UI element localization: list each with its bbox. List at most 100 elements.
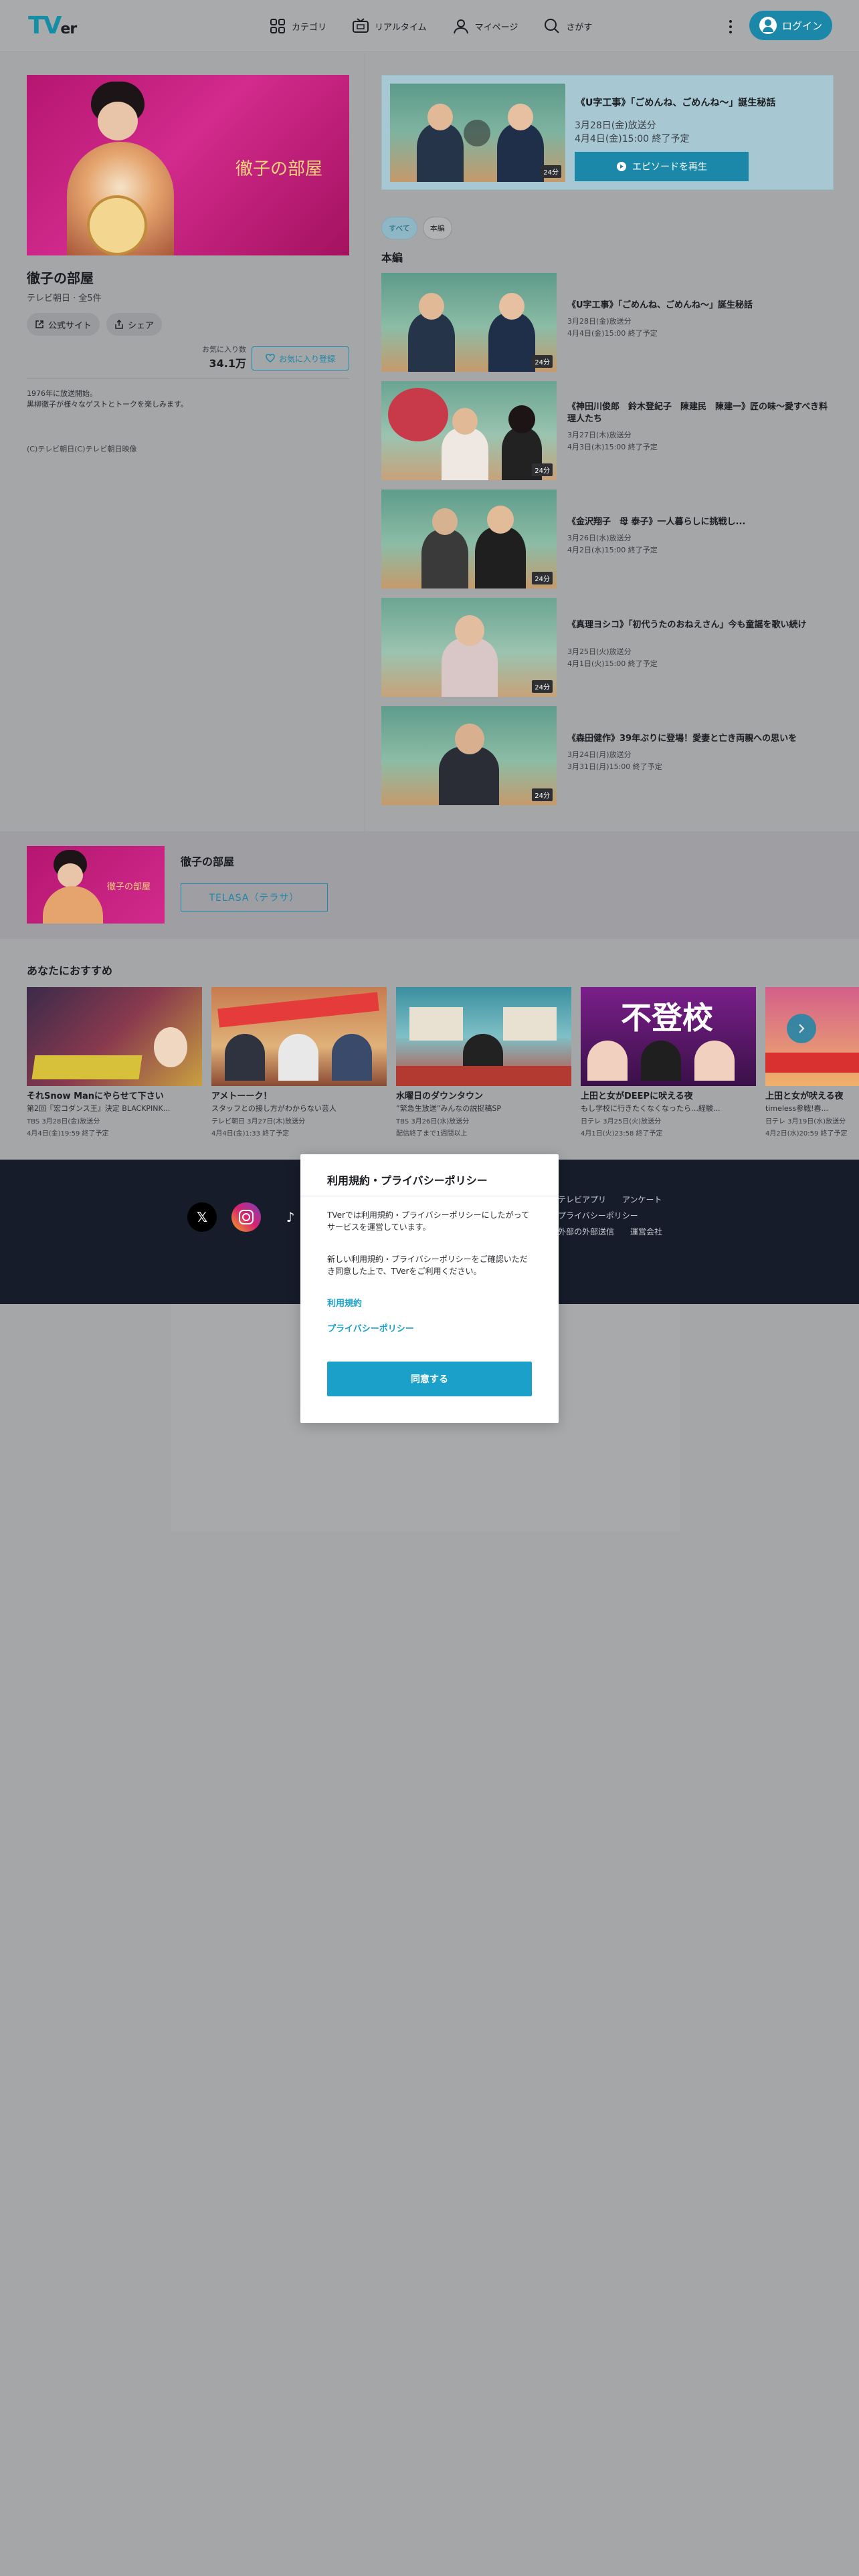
telasa-thumb-title: 徹子の部屋 xyxy=(107,882,151,892)
modal-text: TVerでは利用規約・プライバシーポリシーにしたがってサービスを運営しています。 xyxy=(327,1210,530,1232)
episode-item[interactable]: 24分 《森田健作》39年ぶりに登場！愛妻と亡き両親への思いを 3月24日(月)… xyxy=(381,706,834,805)
recommend-title: アメトーーク！ xyxy=(211,1091,272,1101)
episode-thumbnail[interactable]: 24分 xyxy=(381,273,557,372)
tab-main[interactable]: 本編 xyxy=(422,217,452,239)
recommend-card[interactable]: 不登校 上田と女がDEEPに吠える夜 もし学校に行きたくなくなったら…経験...… xyxy=(581,987,756,1138)
nav-search[interactable]: さがす xyxy=(543,17,592,35)
program-copyright: (C)テレビ朝日(C)テレビ朝日映像 xyxy=(27,445,137,453)
terms-modal: 利用規約・プライバシーポリシー TVerでは利用規約・プライバシーポリシーにした… xyxy=(300,1154,559,1423)
tver-logo[interactable]: TVer xyxy=(28,12,77,39)
instagram-icon[interactable] xyxy=(231,1202,261,1232)
play-icon[interactable] xyxy=(464,120,490,146)
episode-column: 24分 《U字工事》「ごめんね、ごめんね〜」誕生秘話 3月28日(金)放送分 4… xyxy=(381,75,834,813)
nav-realtime[interactable]: リアルタイム xyxy=(352,17,427,35)
program-title: 徹子の部屋 xyxy=(27,270,94,286)
recommend-card[interactable]: アメトーーク！ スタッフとの接し方がわからない芸人 テレビ朝日 3月27日(木)… xyxy=(211,987,387,1138)
duration-badge: 24分 xyxy=(532,680,553,693)
episode-item[interactable]: 24分 《金沢翔子 母 泰子》一人暮らしに挑戦し... 3月26日(水)放送分 … xyxy=(381,490,834,588)
share-label: シェア xyxy=(128,320,155,331)
telasa-button[interactable]: TELASA（テラサ） xyxy=(181,883,328,911)
nav-realtime-label: リアルタイム xyxy=(375,22,427,33)
recommend-carousel: それSnow Manにやらせて下さい 第2回『宏コダンス王』決定 BLACKPI… xyxy=(27,987,859,1148)
featured-dates: 3月28日(金)放送分 4月4日(金)15:00 終了予定 xyxy=(575,119,690,146)
description-line: 1976年に放送開始。 xyxy=(27,389,97,398)
episode-thumbnail[interactable]: 24分 xyxy=(381,490,557,588)
recommend-card[interactable]: それSnow Manにやらせて下さい 第2回『宏コダンス王』決定 BLACKPI… xyxy=(27,987,202,1138)
favorite-button-label: お気に入り登録 xyxy=(278,354,335,364)
duration-badge: 24分 xyxy=(532,463,553,476)
recommend-date: テレビ朝日 3月27日(木)放送分 xyxy=(211,1118,306,1125)
recommend-date-end: 4月4日(金)1:33 終了予定 xyxy=(211,1130,290,1138)
login-button[interactable]: ログイン xyxy=(749,11,832,40)
episode-date-aired: 3月27日(木)放送分 xyxy=(567,431,632,439)
episode-item[interactable]: 24分 《神田川俊郎 鈴木登紀子 陳建民 陳建一》匠の味〜愛すべき料理人たち 3… xyxy=(381,381,834,480)
footer-link[interactable]: プライバシーポリシー xyxy=(558,1211,638,1220)
episode-title[interactable]: 《真理ヨシコ》「初代うたのおねえさん」今も童謡を歌い続け xyxy=(567,619,832,631)
recommend-title: 上田と女が吠える夜 xyxy=(765,1091,844,1101)
recommend-date-end: 4月1日(火)23:58 終了予定 xyxy=(581,1130,663,1138)
x-icon[interactable]: 𝕏 xyxy=(187,1202,217,1232)
nav-mypage[interactable]: マイページ xyxy=(452,17,518,35)
recommend-subtitle: もし学校に行きたくなくなったら…経験... xyxy=(581,1104,721,1113)
recommend-thumbnail[interactable] xyxy=(211,987,387,1086)
episode-item[interactable]: 24分 《U字工事》「ごめんね、ごめんね〜」誕生秘話 3月28日(金)放送分 4… xyxy=(381,273,834,372)
duration-badge: 24分 xyxy=(532,788,553,801)
episode-title[interactable]: 《金沢翔子 母 泰子》一人暮らしに挑戦し... xyxy=(567,516,832,528)
episode-date-end: 3月31日(月)15:00 終了予定 xyxy=(567,762,662,771)
section-title: 本編 xyxy=(381,251,403,264)
recommend-thumbnail[interactable] xyxy=(396,987,571,1086)
footer-link[interactable]: 外部の外部送信 xyxy=(558,1227,614,1237)
favorite-count: お気に入り数 34.1万 xyxy=(202,344,246,370)
nav-mypage-label: マイページ xyxy=(474,22,518,33)
footer-link[interactable]: 運営会社 xyxy=(630,1227,662,1237)
tab-all[interactable]: すべて xyxy=(381,217,417,239)
play-episode-label: エピソードを再生 xyxy=(632,162,707,173)
episode-date-end: 4月3日(木)15:00 終了予定 xyxy=(567,443,658,451)
privacy-link[interactable]: プライバシーポリシー xyxy=(327,1321,414,1334)
official-site-button[interactable]: 公式サイト xyxy=(27,313,100,336)
terms-link[interactable]: 利用規約 xyxy=(327,1296,362,1309)
episode-thumbnail[interactable]: 24分 xyxy=(381,381,557,480)
featured-title: 《U字工事》「ごめんね、ごめんね〜」誕生秘話 xyxy=(576,98,776,108)
episode-item[interactable]: 24分 《真理ヨシコ》「初代うたのおねえさん」今も童謡を歌い続け 3月25日(火… xyxy=(381,598,834,697)
episode-thumbnail[interactable]: 24分 xyxy=(381,598,557,697)
footer-link[interactable]: アンケート xyxy=(622,1195,662,1204)
tv-icon xyxy=(353,18,369,33)
more-menu-icon[interactable] xyxy=(727,17,735,37)
duration-badge: 24分 xyxy=(541,165,561,178)
featured-date-end: 4月4日(金)15:00 終了予定 xyxy=(575,134,690,144)
play-episode-button[interactable]: エピソードを再生 xyxy=(575,152,749,181)
recommend-date: 日テレ 3月19日(水)放送分 xyxy=(765,1118,846,1125)
episode-title[interactable]: 《U字工事》「ごめんね、ごめんね〜」誕生秘話 xyxy=(567,300,832,312)
episode-title[interactable]: 《森田健作》39年ぶりに登場！愛妻と亡き両親への思いを xyxy=(567,733,832,745)
episode-thumbnail[interactable]: 24分 xyxy=(381,706,557,805)
modal-title: 利用規約・プライバシーポリシー xyxy=(327,1174,488,1187)
share-icon xyxy=(115,320,123,329)
share-button[interactable]: シェア xyxy=(106,313,163,336)
social-links: 𝕏 ♪ xyxy=(187,1202,305,1232)
site-header: TVer カテゴリ リアルタイム マイページ さがす ログイン xyxy=(0,0,859,52)
telasa-banner: 徹子の部屋 徹子の部屋 TELASA（テラサ） xyxy=(0,831,859,939)
telasa-thumbnail[interactable]: 徹子の部屋 xyxy=(27,846,165,924)
recommend-card[interactable]: 水曜日のダウンタウン ”緊急生放送”みんなの説捉稿SP TBS 3月26日(水)… xyxy=(396,987,571,1138)
recommend-subtitle: スタッフとの接し方がわからない芸人 xyxy=(211,1104,337,1113)
episode-date-aired: 3月24日(月)放送分 xyxy=(567,750,632,759)
agree-button[interactable]: 同意する xyxy=(327,1362,532,1396)
episode-list: 24分 《U字工事》「ごめんね、ごめんね〜」誕生秘話 3月28日(金)放送分 4… xyxy=(381,265,834,813)
recommend-section: あなたにおすすめ それSnow Manにやらせて下さい 第2回『宏コダンス王』決… xyxy=(0,939,859,1160)
recommend-thumbnail[interactable] xyxy=(27,987,202,1086)
carousel-next-button[interactable] xyxy=(787,1014,816,1043)
recommend-thumbnail[interactable]: 不登校 xyxy=(581,987,756,1086)
episode-date-aired: 3月26日(水)放送分 xyxy=(567,534,632,542)
episode-date-aired: 3月25日(火)放送分 xyxy=(567,647,632,656)
featured-episode[interactable]: 24分 《U字工事》「ごめんね、ごめんね〜」誕生秘話 3月28日(金)放送分 4… xyxy=(381,75,834,190)
featured-thumbnail[interactable]: 24分 xyxy=(390,84,565,182)
program-actions: 公式サイト シェア xyxy=(27,313,349,336)
favorite-button[interactable]: お気に入り登録 xyxy=(252,346,349,370)
episode-title[interactable]: 《神田川俊郎 鈴木登紀子 陳建民 陳建一》匠の味〜愛すべき料理人たち xyxy=(567,401,832,425)
official-site-label: 公式サイト xyxy=(48,320,92,331)
nav-category[interactable]: カテゴリ xyxy=(269,17,326,35)
program-subtitle: テレビ朝日 · 全5件 xyxy=(27,294,102,304)
recommend-card[interactable]: 上田と女が吠える夜 timeless参戦!春... 日テレ 3月19日(水)放送… xyxy=(765,987,859,1138)
footer-link[interactable]: テレビアプリ xyxy=(558,1195,606,1204)
